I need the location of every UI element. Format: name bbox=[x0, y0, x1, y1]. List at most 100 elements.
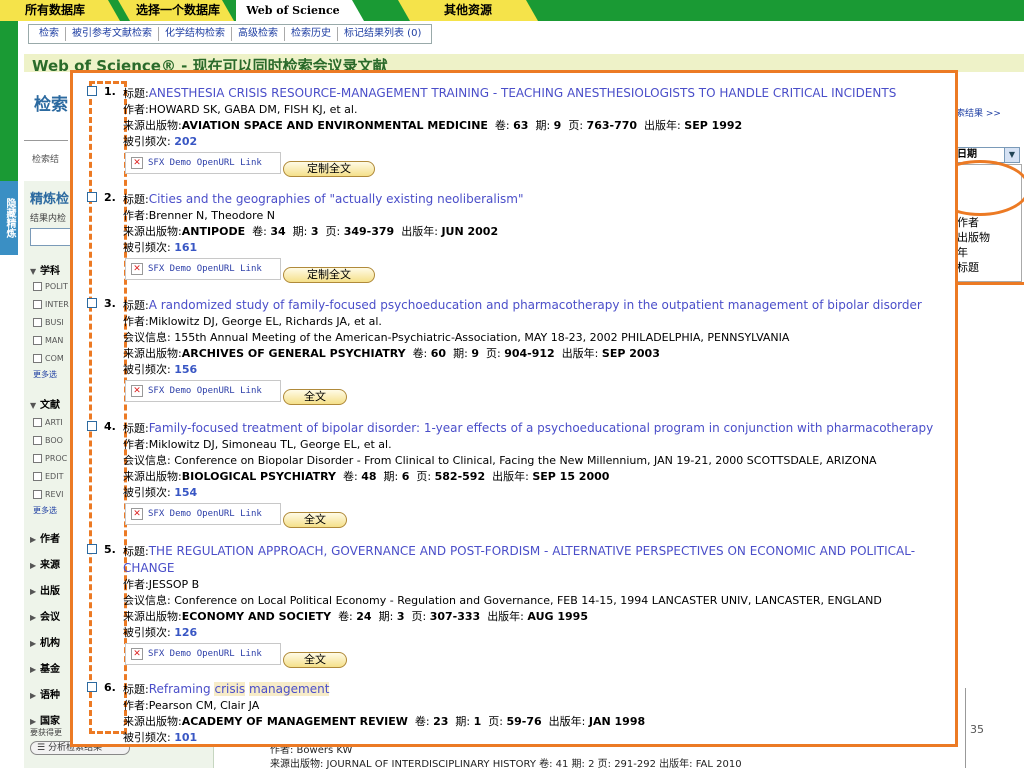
checkbox[interactable] bbox=[33, 472, 42, 481]
facet-option[interactable]: ARTI bbox=[33, 418, 63, 427]
facet-collapsed[interactable]: ▶ 机构 bbox=[30, 634, 60, 649]
facet-option[interactable]: EDIT bbox=[33, 472, 63, 481]
sort-value: 日期 bbox=[957, 149, 977, 160]
sort-option[interactable]: 作者 bbox=[957, 215, 1021, 230]
chevron-down-icon[interactable]: ▼ bbox=[1004, 148, 1019, 162]
refine-input[interactable] bbox=[30, 228, 74, 246]
sfx-link[interactable]: ✕ SFX Demo OpenURL Link bbox=[125, 152, 281, 174]
triangle-right-icon: ▶ bbox=[30, 613, 37, 622]
field-label: 来源出版物: bbox=[123, 715, 182, 728]
sfx-link[interactable]: ✕ SFX Demo OpenURL Link bbox=[125, 380, 281, 402]
record-title-link[interactable]: Cities and the geographies of "actually … bbox=[149, 192, 524, 206]
field-label: 页: bbox=[325, 225, 341, 238]
sort-option[interactable]: 出版物 bbox=[957, 230, 1021, 245]
fulltext-button[interactable]: 全文 bbox=[283, 512, 347, 528]
nav-structure-search[interactable]: 化学结构检索 bbox=[159, 27, 232, 41]
facet-option[interactable]: BOO bbox=[33, 436, 63, 445]
list-icon: ☰ bbox=[37, 743, 46, 753]
sfx-link[interactable]: ✕ SFX Demo OpenURL Link bbox=[125, 258, 281, 280]
triangle-right-icon: ▶ bbox=[30, 639, 37, 648]
facet-collapsed[interactable]: ▶ 基金 bbox=[30, 660, 60, 675]
record-title-link[interactable]: A randomized study of family-focused psy… bbox=[149, 298, 922, 312]
record-links: ✕ SFX Demo OpenURL Link 全文 bbox=[123, 503, 955, 531]
record-volume: 60 bbox=[430, 347, 447, 360]
record-checkbox[interactable] bbox=[87, 298, 97, 308]
sort-option[interactable]: 标题 bbox=[957, 260, 1021, 275]
field-label: 标题: bbox=[123, 299, 149, 312]
record-checkbox[interactable] bbox=[87, 192, 97, 202]
record-checkbox[interactable] bbox=[87, 421, 97, 431]
sfx-link[interactable]: ✕ SFX Demo OpenURL Link bbox=[125, 503, 281, 525]
facet-collapsed[interactable]: ▶ 会议 bbox=[30, 608, 60, 623]
checkbox-column-highlight bbox=[89, 81, 127, 734]
nav-cited-ref-search[interactable]: 被引参考文献检索 bbox=[66, 27, 159, 41]
checkbox[interactable] bbox=[33, 490, 42, 499]
record-cited-count[interactable]: 161 bbox=[174, 241, 197, 254]
tab-other-resources[interactable]: 其他资源 bbox=[398, 0, 538, 21]
nav-search[interactable]: 检索 bbox=[33, 27, 66, 41]
checkbox[interactable] bbox=[33, 336, 42, 345]
record-links: ✕ SFX Demo OpenURL Link 定制全文 bbox=[123, 258, 955, 286]
record-pages: 904-912 bbox=[504, 347, 555, 360]
facet-collapsed[interactable]: ▶ 国家 bbox=[30, 712, 60, 727]
facet-option[interactable]: MAN bbox=[33, 336, 63, 345]
record-number: 2. bbox=[104, 191, 116, 204]
record-title-link[interactable]: Reframing crisis management bbox=[149, 682, 330, 696]
sfx-link[interactable]: ✕ SFX Demo OpenURL Link bbox=[125, 643, 281, 665]
checkbox[interactable] bbox=[33, 454, 42, 463]
record-links: ✕ SFX Demo OpenURL Link 定制全文 bbox=[123, 152, 955, 180]
record-volume: 24 bbox=[356, 610, 372, 623]
facet-option[interactable]: REVI bbox=[33, 490, 63, 499]
checkbox[interactable] bbox=[33, 300, 42, 309]
checkbox[interactable] bbox=[33, 436, 42, 445]
facet-option-label: MAN bbox=[45, 336, 64, 345]
record-title-link[interactable]: THE REGULATION APPROACH, GOVERNANCE AND … bbox=[123, 544, 915, 575]
sort-option[interactable]: 年 bbox=[957, 245, 1021, 260]
order-fulltext-button[interactable]: 定制全文 bbox=[283, 161, 375, 177]
checkbox[interactable] bbox=[33, 282, 42, 291]
facet-option[interactable]: POLIT bbox=[33, 282, 68, 291]
record-cited-count[interactable]: 101 bbox=[174, 731, 197, 744]
order-fulltext-button[interactable]: 定制全文 bbox=[283, 267, 375, 283]
record-cited-count[interactable]: 154 bbox=[174, 486, 197, 499]
facet-subject[interactable]: ▼ 学科 bbox=[30, 262, 60, 277]
facet-collapsed[interactable]: ▶ 出版 bbox=[30, 582, 60, 597]
facet-collapsed[interactable]: ▶ 作者 bbox=[30, 530, 60, 545]
facet-collapsed[interactable]: ▶ 语种 bbox=[30, 686, 60, 701]
record-title-link[interactable]: ANESTHESIA CRISIS RESOURCE-MANAGEMENT TR… bbox=[149, 86, 897, 100]
record-checkbox[interactable] bbox=[87, 86, 97, 96]
record-cited-count[interactable]: 156 bbox=[174, 363, 197, 376]
fulltext-button[interactable]: 全文 bbox=[283, 652, 347, 668]
secondary-nav: 检索 被引参考文献检索 化学结构检索 高级检索 检索历史 标记结果列表 (0) bbox=[24, 22, 433, 46]
tab-select-database[interactable]: 选择一个数据库 bbox=[118, 0, 234, 21]
facet-option[interactable]: PROC bbox=[33, 454, 67, 463]
checkbox[interactable] bbox=[33, 318, 42, 327]
record-title-link[interactable]: Family-focused treatment of bipolar diso… bbox=[149, 421, 934, 435]
record-cited-count[interactable]: 202 bbox=[174, 135, 197, 148]
facet-option[interactable]: BUSI bbox=[33, 318, 64, 327]
nav-advanced-search[interactable]: 高级检索 bbox=[232, 27, 285, 41]
sfx-link-label: SFX Demo OpenURL Link bbox=[148, 264, 262, 274]
record-checkbox[interactable] bbox=[87, 544, 97, 554]
facet-option[interactable]: COM bbox=[33, 354, 64, 363]
broken-image-icon: ✕ bbox=[131, 385, 143, 397]
field-label: 卷: bbox=[343, 470, 358, 483]
checkbox[interactable] bbox=[33, 418, 42, 427]
tab-all-databases[interactable]: 所有数据库 bbox=[0, 0, 120, 21]
fulltext-button[interactable]: 全文 bbox=[283, 389, 347, 405]
tab-web-of-science[interactable]: Web of Science bbox=[236, 0, 364, 21]
facet-collapsed[interactable]: ▶ 来源 bbox=[30, 556, 60, 571]
facet-more-link[interactable]: 更多选 bbox=[33, 505, 57, 516]
checkbox[interactable] bbox=[33, 354, 42, 363]
record-cited-count[interactable]: 126 bbox=[174, 626, 197, 639]
record-year: SEP 15 2000 bbox=[532, 470, 610, 483]
facet-option[interactable]: INTER bbox=[33, 300, 69, 309]
facet-doctype[interactable]: ▼ 文献 bbox=[30, 396, 60, 411]
nav-marked-list[interactable]: 标记结果列表 (0) bbox=[338, 27, 427, 41]
view-results-link[interactable]: 索结果 >> bbox=[956, 106, 1001, 119]
nav-search-history[interactable]: 检索历史 bbox=[285, 27, 338, 41]
facet-more-link[interactable]: 更多选 bbox=[33, 369, 57, 380]
hide-refine-tab[interactable]: 隐藏精炼 bbox=[0, 181, 18, 255]
record-checkbox[interactable] bbox=[87, 682, 97, 692]
record-source: ANTIPODE bbox=[181, 225, 246, 238]
